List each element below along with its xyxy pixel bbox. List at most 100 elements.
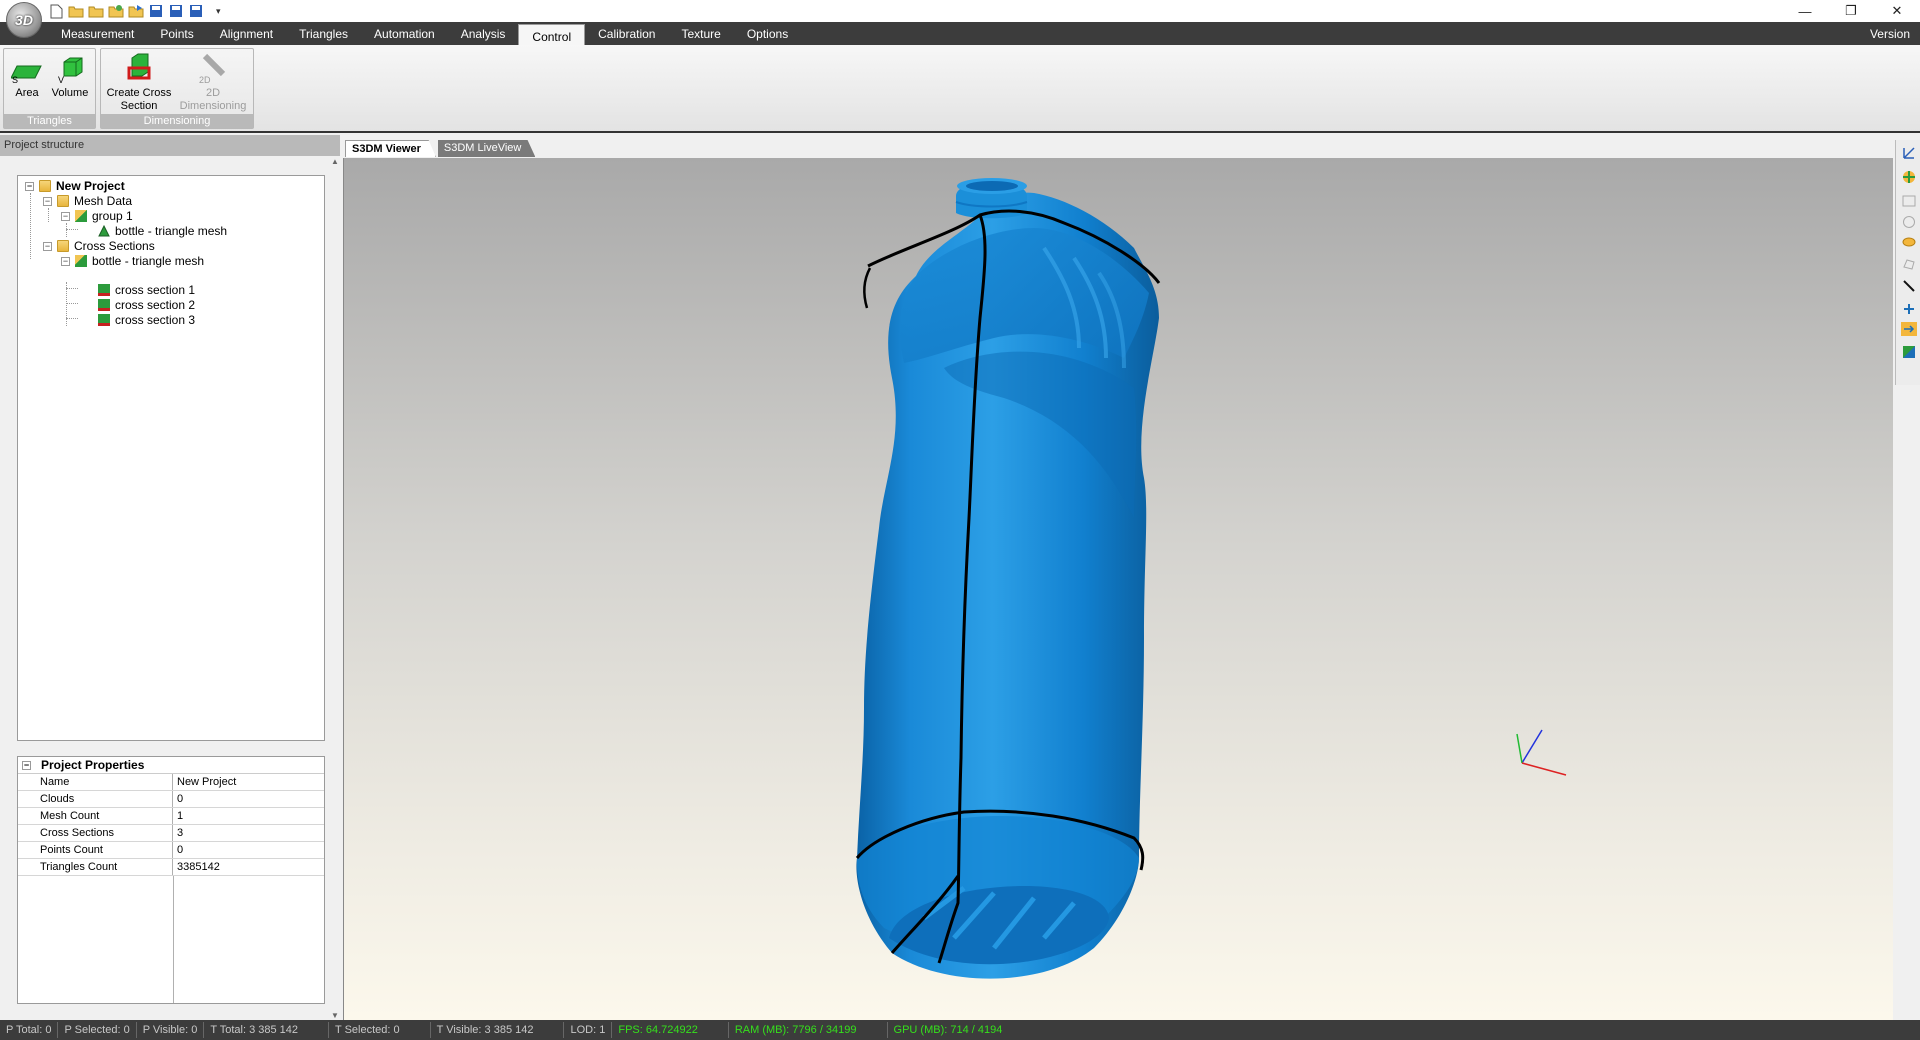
dimensioning-icon-letter: 2D xyxy=(199,75,211,84)
folder-icon xyxy=(57,240,69,252)
window-controls: — ❐ ✕ xyxy=(1782,0,1920,22)
arrow-tool-icon[interactable] xyxy=(1900,320,1917,337)
app-logo-text: 3D xyxy=(15,12,33,28)
cross-section-icon xyxy=(98,299,110,311)
ribbon-group-label: Triangles xyxy=(4,114,95,128)
collapse-icon[interactable]: − xyxy=(43,196,52,206)
collapse-icon[interactable]: − xyxy=(61,256,70,266)
cross-section-group-icon xyxy=(75,255,87,267)
polygon-select-icon[interactable] xyxy=(1900,255,1917,272)
panel-scrollbar[interactable]: ▲ ▼ xyxy=(330,157,340,1020)
restore-icon[interactable]: ❐ xyxy=(1828,0,1874,22)
status-ram: RAM (MB): 7796 / 34199 xyxy=(727,1022,887,1038)
app-menu-button[interactable]: 3D xyxy=(6,2,42,38)
status-gpu: GPU (MB): 714 / 4194 xyxy=(886,1022,1033,1038)
rotate-icon[interactable] xyxy=(1900,168,1917,185)
tree-item-cross-section-3[interactable]: cross section 3 xyxy=(98,312,195,328)
scroll-up-icon[interactable]: ▲ xyxy=(330,157,340,166)
tab-s3dm-viewer[interactable]: S3DM Viewer xyxy=(345,140,436,157)
tab-alignment[interactable]: Alignment xyxy=(207,22,286,45)
property-value: 3385142 xyxy=(177,861,220,873)
open-folder-icon[interactable] xyxy=(88,3,104,19)
import-icon[interactable] xyxy=(108,3,124,19)
dimensioning-icon: 2D xyxy=(175,52,251,84)
property-key: Cross Sections xyxy=(18,825,173,841)
property-row[interactable]: Mesh Count 1 xyxy=(18,808,324,825)
open-folder-icon[interactable] xyxy=(68,3,84,19)
tree-item-label: cross section 2 xyxy=(115,298,196,312)
tab-options[interactable]: Options xyxy=(734,22,801,45)
tree-item-label: bottle - triangle mesh xyxy=(92,254,205,268)
minimize-icon[interactable]: — xyxy=(1782,0,1828,22)
property-key: Points Count xyxy=(18,842,173,858)
menu-bar: Measurement Points Alignment Triangles A… xyxy=(0,22,1920,48)
tab-analysis[interactable]: Analysis xyxy=(448,22,519,45)
status-points-visible: P Visible: 0 xyxy=(135,1022,204,1038)
area-button-label: Area xyxy=(15,87,39,99)
tree-item-label: Mesh Data xyxy=(74,194,133,208)
create-cross-section-button[interactable]: Create Cross Section xyxy=(105,52,173,113)
tree-item-cross-section-2[interactable]: cross section 2 xyxy=(98,297,195,313)
tab-triangles[interactable]: Triangles xyxy=(286,22,361,45)
folder-icon xyxy=(57,195,69,207)
tree-item-bottle-mesh[interactable]: bottle - triangle mesh xyxy=(98,223,227,239)
tab-s3dm-liveview[interactable]: S3DM LiveView xyxy=(437,140,536,157)
volume-icon-letter: V xyxy=(58,75,64,84)
ribbon: S Area V Volume Triangles Create Cross S… xyxy=(0,45,1920,133)
tree-item-mesh-data[interactable]: − Mesh Data xyxy=(43,193,132,209)
volume-button[interactable]: V Volume xyxy=(50,52,90,100)
tab-calibration[interactable]: Calibration xyxy=(585,22,668,45)
ribbon-group-label: Dimensioning xyxy=(101,114,253,128)
tree-item-new-project[interactable]: − New Project xyxy=(25,178,125,194)
volume-button-label: Volume xyxy=(51,87,89,99)
tree-item-bottle-cross-sections[interactable]: − bottle - triangle mesh xyxy=(61,253,204,269)
view-toolbar xyxy=(1895,140,1920,385)
save-as-icon[interactable] xyxy=(168,3,184,19)
project-properties: − Project Properties Name New Project Clo… xyxy=(17,756,325,1004)
tree-item-group-1[interactable]: − group 1 xyxy=(61,208,133,224)
rectangle-select-icon[interactable] xyxy=(1900,192,1917,209)
property-row[interactable]: Clouds 0 xyxy=(18,791,324,808)
collapse-icon[interactable]: − xyxy=(61,211,70,221)
tab-points[interactable]: Points xyxy=(147,22,206,45)
tree-item-label: Cross Sections xyxy=(74,239,155,253)
3d-viewport[interactable] xyxy=(343,158,1893,1020)
area-button[interactable]: S Area xyxy=(10,52,44,100)
tab-measurement[interactable]: Measurement xyxy=(48,22,147,45)
circle-select-icon[interactable] xyxy=(1900,213,1917,230)
version-button[interactable]: Version xyxy=(1870,22,1910,45)
tree-item-label: New Project xyxy=(56,179,125,193)
customize-toolbar-icon[interactable]: ▾ xyxy=(216,6,221,17)
tab-automation[interactable]: Automation xyxy=(361,22,448,45)
point-pick-icon[interactable] xyxy=(1900,300,1917,317)
line-tool-icon[interactable] xyxy=(1900,277,1917,294)
export-icon[interactable] xyxy=(128,3,144,19)
3d-model-view[interactable] xyxy=(344,158,1894,1020)
status-bar: P Total: 0 P Selected: 0 P Visible: 0 T … xyxy=(0,1020,1920,1040)
color-map-icon[interactable] xyxy=(1900,343,1917,360)
lasso-select-icon[interactable] xyxy=(1900,234,1917,251)
save-all-icon[interactable] xyxy=(188,3,204,19)
property-row[interactable]: Points Count 0 xyxy=(18,842,324,859)
save-icon[interactable] xyxy=(148,3,164,19)
bottle-mesh[interactable] xyxy=(855,178,1161,979)
property-key: Name xyxy=(18,774,173,790)
area-icon: S xyxy=(10,52,44,84)
2d-dimensioning-button[interactable]: 2D 2D Dimensioning xyxy=(175,52,251,113)
new-file-icon[interactable] xyxy=(48,3,64,19)
2d-dimensioning-label: 2D Dimensioning xyxy=(179,87,247,112)
collapse-icon[interactable]: − xyxy=(25,181,34,191)
property-row[interactable]: Name New Project xyxy=(18,774,324,791)
property-key: Mesh Count xyxy=(18,808,173,824)
property-row[interactable]: Triangles Count 3385142 xyxy=(18,859,324,876)
axis-view-icon[interactable] xyxy=(1900,144,1917,161)
tree-item-cross-section-1[interactable]: cross section 1 xyxy=(98,282,195,298)
close-icon[interactable]: ✕ xyxy=(1874,0,1920,22)
property-row[interactable]: Cross Sections 3 xyxy=(18,825,324,842)
collapse-icon[interactable]: − xyxy=(22,760,31,770)
tab-texture[interactable]: Texture xyxy=(668,22,733,45)
scroll-down-icon[interactable]: ▼ xyxy=(330,1011,340,1020)
properties-header[interactable]: − Project Properties xyxy=(18,757,324,774)
collapse-icon[interactable]: − xyxy=(43,241,52,251)
tree-item-cross-sections[interactable]: − Cross Sections xyxy=(43,238,155,254)
